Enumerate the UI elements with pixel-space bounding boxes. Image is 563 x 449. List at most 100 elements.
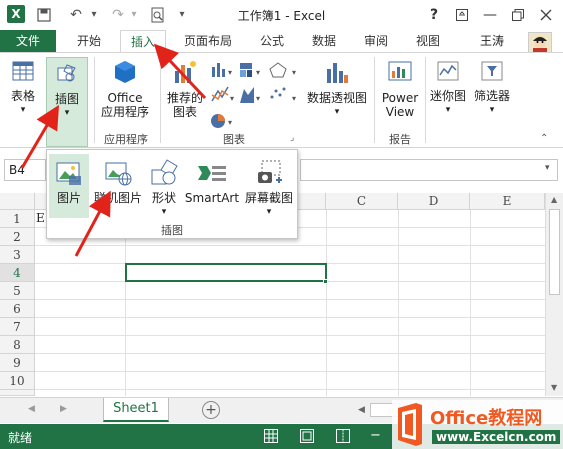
page-break-view-icon[interactable]: [336, 429, 350, 446]
row-header[interactable]: 3: [0, 246, 35, 264]
tab-view[interactable]: 视图: [408, 30, 448, 52]
tab-home[interactable]: 开始: [68, 30, 110, 52]
normal-view-icon[interactable]: [264, 429, 278, 446]
filters-icon: [481, 61, 503, 81]
minimize-button[interactable]: —: [476, 4, 504, 26]
column-header-d[interactable]: D: [398, 193, 470, 210]
scroll-down-icon[interactable]: ▼: [551, 383, 557, 392]
ribbon-display-options-button[interactable]: [448, 4, 476, 26]
charts-dialog-launcher-icon[interactable]: ⌟: [290, 133, 294, 143]
row-header-active[interactable]: 4: [0, 264, 35, 282]
filters-button[interactable]: 筛选器 ▾: [470, 59, 514, 117]
smartart-button[interactable]: SmartArt: [183, 154, 241, 218]
picture-icon: [56, 162, 81, 185]
vertical-scrollbar[interactable]: ▲ ▼: [545, 193, 563, 396]
tab-data[interactable]: 数据: [304, 30, 344, 52]
power-view-icon: [388, 61, 412, 81]
ribbon: 表格 ▾ 插图 ▾ Office 应用程序 应用程序 推荐的 图表 ▾ ▾ ▾ …: [0, 52, 563, 148]
tab-review[interactable]: 审阅: [356, 30, 396, 52]
recommended-charts-icon: [175, 61, 196, 83]
gridline: [35, 389, 545, 390]
row-header[interactable]: 2: [0, 228, 35, 246]
scroll-thumb[interactable]: [549, 209, 560, 295]
row-header[interactable]: 10: [0, 372, 35, 390]
sparklines-label: 迷你图: [429, 89, 466, 103]
svg-text:▾: ▾: [228, 68, 232, 77]
user-name[interactable]: 王涛: [480, 30, 504, 52]
online-pictures-button[interactable]: 联机图片: [91, 154, 145, 218]
recommended-charts-button[interactable]: 推荐的 图表: [164, 59, 206, 119]
screenshot-button[interactable]: 屏幕截图 ▾: [243, 154, 295, 218]
page-layout-view-icon[interactable]: [300, 429, 314, 446]
illustrations-icon: [57, 64, 76, 82]
sheet-nav-prev-icon[interactable]: ◀: [28, 404, 35, 414]
shapes-dropdown-icon: ▾: [161, 207, 167, 217]
shapes-button[interactable]: 形状 ▾: [147, 154, 181, 218]
pie-chart-icon: ▾: [211, 114, 232, 128]
table-button[interactable]: 表格 ▾: [4, 59, 42, 117]
pivot-chart-icon: [327, 63, 348, 83]
row-header[interactable]: 5: [0, 282, 35, 300]
recommended-charts-label-line2: 图表: [172, 105, 197, 119]
screenshot-icon: [258, 160, 282, 183]
help-button[interactable]: ?: [420, 4, 448, 26]
gridline: [35, 299, 545, 300]
row-header[interactable]: 8: [0, 336, 35, 354]
gridline: [35, 353, 545, 354]
row-header[interactable]: [0, 390, 35, 396]
select-all-corner[interactable]: [0, 193, 35, 210]
svg-text:▾: ▾: [228, 118, 232, 127]
row-header[interactable]: 1: [0, 210, 35, 228]
shapes-icon: [151, 159, 178, 185]
column-header-c[interactable]: C: [326, 193, 398, 210]
pivot-chart-dropdown-icon: ▾: [334, 107, 340, 117]
tab-insert[interactable]: 插入: [120, 30, 166, 52]
new-sheet-button[interactable]: +: [202, 401, 220, 419]
ribbon-separator: [374, 57, 375, 143]
line-chart-icon: ▾: [211, 86, 234, 103]
office-apps-label-line1: Office: [107, 91, 143, 105]
scroll-up-icon[interactable]: ▲: [551, 195, 557, 204]
screenshot-label: 屏幕截图: [244, 191, 293, 205]
cell-a1[interactable]: E: [36, 211, 45, 225]
power-view-button[interactable]: Power View: [378, 59, 422, 119]
illustrations-dropdown-panel: 图片 联机图片 形状 ▾ SmartArt 屏幕截图 ▾ 插图: [46, 149, 298, 239]
tab-formulas[interactable]: 公式: [252, 30, 292, 52]
sparklines-button[interactable]: 迷你图 ▾: [428, 59, 468, 117]
zoom-out-button[interactable]: −: [370, 428, 381, 443]
collapse-ribbon-icon[interactable]: ⌃: [540, 133, 548, 144]
row-header[interactable]: 7: [0, 318, 35, 336]
sheet-tab[interactable]: Sheet1: [103, 398, 169, 422]
row-header[interactable]: 9: [0, 354, 35, 372]
tab-file[interactable]: 文件: [0, 30, 56, 52]
office-apps-button[interactable]: Office 应用程序: [96, 59, 154, 119]
svg-text:▾: ▾: [256, 68, 260, 77]
fill-handle[interactable]: [323, 279, 328, 284]
sheet-nav-next-icon[interactable]: ▶: [60, 404, 67, 414]
illustrations-button-label: 插图: [54, 92, 79, 106]
charts-group-label: 图表: [223, 133, 245, 146]
table-button-label: 表格: [10, 89, 35, 103]
avatar[interactable]: [528, 32, 552, 54]
name-box[interactable]: B4: [4, 159, 46, 181]
pivot-chart-button[interactable]: 数据透视图 ▾: [304, 59, 370, 119]
hierarchy-chart-icon: ▾: [240, 63, 260, 77]
formula-input[interactable]: [300, 159, 558, 181]
hscroll-left-icon[interactable]: ◀: [358, 405, 365, 415]
sparklines-dropdown-icon: ▾: [445, 105, 451, 115]
gridline: [35, 317, 545, 318]
illustrations-button[interactable]: 插图 ▾: [46, 57, 88, 147]
maximize-button[interactable]: [504, 4, 532, 26]
active-cell[interactable]: [125, 263, 327, 282]
close-button[interactable]: [532, 4, 560, 26]
column-header-e[interactable]: E: [470, 193, 545, 210]
reports-group-label: 报告: [389, 133, 411, 146]
pictures-button[interactable]: 图片: [49, 154, 89, 218]
chart-types-gallery: ▾ ▾ ▾ ▾ ▾ ▾ ▾: [210, 61, 306, 131]
expand-formula-bar-icon[interactable]: ▾: [545, 163, 550, 173]
gridline: [35, 335, 545, 336]
row-header[interactable]: 6: [0, 300, 35, 318]
tab-page-layout[interactable]: 页面布局: [176, 30, 240, 52]
radar-chart-icon: ▾: [269, 62, 296, 78]
gridline: [470, 210, 471, 396]
